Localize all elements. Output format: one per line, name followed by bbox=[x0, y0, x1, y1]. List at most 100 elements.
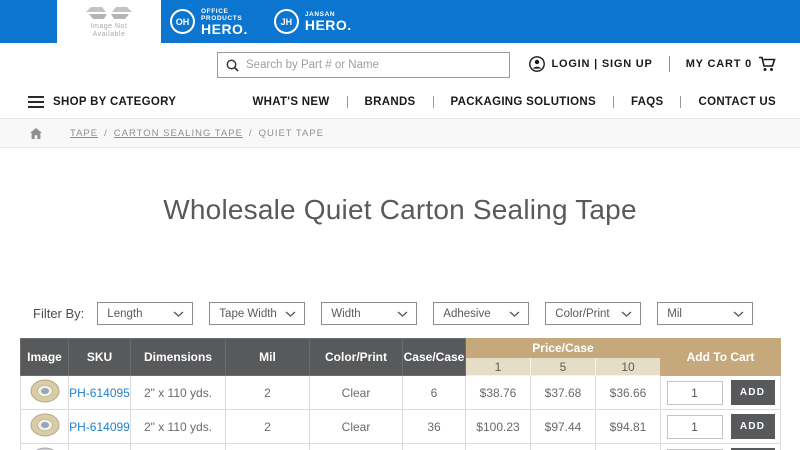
col-header-mil: Mil bbox=[225, 338, 310, 376]
brand-bar: Image Not Available OH OFFICE PRODUCTS H… bbox=[0, 0, 800, 43]
login-label: LOGIN | SIGN UP bbox=[551, 58, 653, 70]
home-icon[interactable] bbox=[30, 127, 42, 139]
col-header-add-to-cart: Add To Cart bbox=[660, 338, 781, 376]
divider bbox=[668, 56, 670, 72]
placeholder-text: Image Not Available bbox=[90, 22, 128, 38]
nav-item-brands[interactable]: BRANDS bbox=[346, 95, 433, 108]
user-icon bbox=[529, 56, 546, 72]
hamburger-icon bbox=[28, 95, 44, 108]
filter-by-label: Filter By: bbox=[33, 306, 85, 321]
breadcrumb-tape[interactable]: TAPE bbox=[70, 128, 98, 139]
nav-item-packaging-solutions[interactable]: PACKAGING SOLUTIONS bbox=[432, 95, 613, 108]
cell-dimensions: 2" x 110 yds. bbox=[130, 409, 226, 444]
filter-dropdown-color-print[interactable]: Color/Print bbox=[545, 302, 642, 325]
my-cart-link[interactable]: MY CART 0 bbox=[686, 56, 776, 72]
office-logo-name: HERO. bbox=[201, 20, 248, 37]
table-row: PH-614095 2" x 110 yds. 2 Clear 6 $38.76… bbox=[20, 375, 781, 410]
cell-price-10 bbox=[595, 443, 661, 450]
cell-mil: 2 bbox=[225, 375, 310, 410]
col-header-image: Image bbox=[20, 338, 69, 376]
product-table: Image SKU Dimensions Mil Color/Print Cas… bbox=[20, 338, 781, 450]
nav-item-faqs[interactable]: FAQS bbox=[612, 95, 681, 108]
sku-link[interactable]: PH-614095 bbox=[69, 386, 130, 400]
cell-price-1 bbox=[465, 443, 531, 450]
price-tier-1: 1 bbox=[465, 357, 531, 376]
cell-price-10: $36.66 bbox=[595, 375, 661, 410]
oh-badge-icon: OH bbox=[170, 9, 195, 34]
product-image[interactable] bbox=[20, 375, 69, 410]
nav-item-whats-new[interactable]: WHAT'S NEW bbox=[235, 96, 346, 108]
filter-dropdown-mil[interactable]: Mil bbox=[657, 302, 754, 325]
jh-badge-icon: JH bbox=[273, 9, 299, 34]
shop-by-category-label: SHOP BY CATEGORY bbox=[53, 95, 177, 108]
breadcrumb-trail: TAPE / CARTON SEALING TAPE / QUIET TAPE bbox=[70, 128, 324, 139]
cell-case-case: 6 bbox=[402, 375, 466, 410]
cart-label: MY CART 0 bbox=[685, 58, 752, 70]
header-row: LOGIN | SIGN UP MY CART 0 bbox=[0, 43, 800, 85]
cell-mil: 2 bbox=[225, 409, 310, 444]
cell-price-1: $100.23 bbox=[465, 409, 531, 444]
main-nav: SHOP BY CATEGORY WHAT'S NEW BRANDS PACKA… bbox=[0, 85, 800, 118]
cell-case-case: 36 bbox=[402, 409, 466, 444]
chevron-down-icon bbox=[397, 310, 408, 317]
chevron-down-icon bbox=[285, 310, 296, 317]
cell-case-case bbox=[402, 443, 466, 450]
product-image[interactable] bbox=[20, 443, 69, 450]
col-header-dimensions: Dimensions bbox=[130, 338, 226, 376]
add-to-cart-button[interactable]: ADD bbox=[730, 380, 775, 405]
filter-dropdown-length[interactable]: Length bbox=[97, 302, 194, 325]
product-image[interactable] bbox=[20, 409, 69, 444]
breadcrumb-separator: / bbox=[104, 127, 108, 139]
col-header-sku: SKU bbox=[68, 338, 131, 376]
cell-price-5: $37.68 bbox=[530, 375, 596, 410]
tape-roll-icon bbox=[30, 379, 59, 403]
search-box bbox=[217, 52, 510, 78]
cell-price-5: $97.44 bbox=[530, 409, 596, 444]
add-to-cart-button[interactable]: ADD bbox=[730, 414, 775, 439]
office-logo-line1: OFFICE bbox=[201, 7, 229, 15]
cell-color-print: Clear bbox=[309, 375, 403, 410]
col-header-case-case: Case/Case bbox=[402, 338, 466, 376]
search-icon bbox=[226, 59, 239, 72]
quantity-input[interactable] bbox=[666, 414, 723, 439]
cell-price-1: $38.76 bbox=[465, 375, 531, 410]
breadcrumb-carton-sealing-tape[interactable]: CARTON SEALING TAPE bbox=[114, 128, 243, 139]
col-header-price-case: Price/Case bbox=[465, 338, 661, 358]
page-title: Wholesale Quiet Carton Sealing Tape bbox=[163, 194, 637, 225]
filter-dropdown-adhesive[interactable]: Adhesive bbox=[433, 302, 530, 325]
nav-links: WHAT'S NEW BRANDS PACKAGING SOLUTIONS FA… bbox=[235, 95, 776, 108]
broken-image-icon bbox=[86, 6, 132, 19]
sku-link[interactable]: PH-614099 bbox=[69, 420, 130, 434]
filter-dropdown-tape-width[interactable]: Tape Width bbox=[209, 302, 306, 325]
quantity-input[interactable] bbox=[666, 380, 723, 405]
account-area: LOGIN | SIGN UP MY CART 0 bbox=[529, 43, 776, 85]
col-header-color-print: Color/Print bbox=[309, 338, 403, 376]
filter-dropdown-width[interactable]: Width bbox=[321, 302, 418, 325]
price-tier-10: 10 bbox=[595, 357, 661, 376]
chevron-down-icon bbox=[509, 310, 520, 317]
nav-item-contact-us[interactable]: CONTACT US bbox=[680, 95, 776, 108]
breadcrumb: TAPE / CARTON SEALING TAPE / QUIET TAPE bbox=[0, 118, 800, 148]
office-products-hero-logo[interactable]: OH OFFICE PRODUCTS HERO. bbox=[170, 8, 248, 36]
tape-roll-icon bbox=[30, 413, 59, 437]
shop-by-category-button[interactable]: SHOP BY CATEGORY bbox=[28, 95, 177, 108]
jansan-hero-logo[interactable]: JH JANSAN HERO. bbox=[273, 9, 352, 34]
breadcrumb-current: QUIET TAPE bbox=[258, 127, 324, 139]
table-row: ADD bbox=[20, 443, 781, 450]
chevron-down-icon bbox=[621, 310, 632, 317]
chevron-down-icon bbox=[733, 310, 744, 317]
table-row: PH-614099 2" x 110 yds. 2 Clear 36 $100.… bbox=[20, 409, 781, 444]
store-logo-placeholder[interactable]: Image Not Available bbox=[57, 0, 161, 43]
hero-logos: OH OFFICE PRODUCTS HERO. JH JANSAN HERO. bbox=[170, 0, 352, 43]
cell-dimensions: 2" x 110 yds. bbox=[130, 375, 226, 410]
cell-dimensions bbox=[130, 443, 226, 450]
cart-icon bbox=[759, 56, 776, 71]
filter-bar: Filter By: Length Tape Width Width Adhes… bbox=[33, 302, 800, 325]
login-signup-link[interactable]: LOGIN | SIGN UP bbox=[529, 56, 652, 72]
search-input[interactable] bbox=[246, 59, 501, 71]
jansan-logo-name: HERO. bbox=[304, 17, 352, 33]
chevron-down-icon bbox=[173, 310, 184, 317]
cell-color-print: Clear bbox=[309, 409, 403, 444]
cell-mil bbox=[225, 443, 310, 450]
cell-price-10: $94.81 bbox=[595, 409, 661, 444]
